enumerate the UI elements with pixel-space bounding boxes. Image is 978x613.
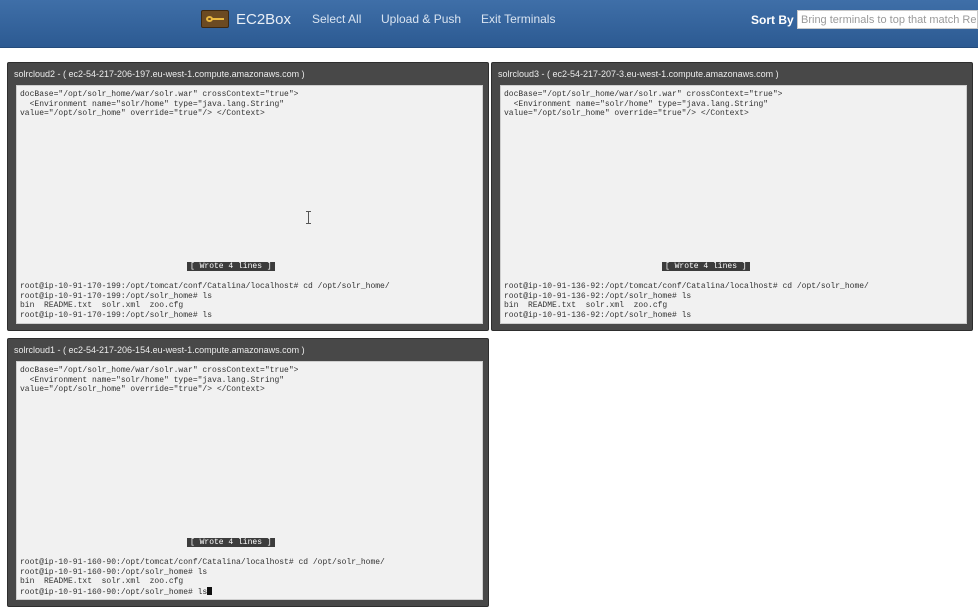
terminal-title: solrcloud1 - ( ec2-54-217-206-154.eu-wes… — [14, 345, 305, 355]
select-all-link[interactable]: Select All — [312, 12, 361, 26]
terminal-prompt-line: root@ip-10-91-160-90:/opt/solr_home# ls — [20, 586, 213, 598]
terminal-line: <Environment name="solr/home" type="java… — [20, 375, 285, 385]
sort-by-label: Sort By — [751, 13, 794, 27]
terminal-panel-solrcloud2[interactable]: solrcloud2 - ( ec2-54-217-206-197.eu-wes… — [7, 62, 489, 331]
terminal-cursor — [207, 586, 213, 595]
terminal-screen[interactable]: docBase="/opt/solr_home/war/solr.war" cr… — [16, 85, 483, 324]
brand-name: EC2Box — [236, 10, 292, 28]
nano-status-message: [ Wrote 4 lines ] — [662, 262, 750, 271]
terminal-line: root@ip-10-91-170-199:/opt/tomcat/conf/C… — [20, 282, 390, 291]
treasure-chest-key-icon — [201, 10, 229, 28]
terminal-line: root@ip-10-91-136-92:/opt/solr_home# ls — [504, 310, 692, 320]
terminal-line: root@ip-10-91-136-92:/opt/tomcat/conf/Ca… — [504, 282, 869, 291]
terminal-line: value="/opt/solr_home" override="true"/>… — [20, 109, 265, 118]
terminal-line: root@ip-10-91-160-90:/opt/solr_home# ls — [20, 567, 208, 577]
text-cursor-icon — [306, 211, 311, 224]
terminal-line: value="/opt/solr_home" override="true"/>… — [504, 109, 749, 118]
exit-terminals-link[interactable]: Exit Terminals — [481, 12, 555, 26]
terminal-line: root@ip-10-91-170-199:/opt/solr_home# ls — [20, 291, 213, 301]
terminal-line: docBase="/opt/solr_home/war/solr.war" cr… — [504, 90, 783, 99]
nano-status-message: [ Wrote 4 lines ] — [187, 538, 275, 547]
terminal-line: bin README.txt solr.xml zoo.cfg — [504, 301, 668, 310]
terminal-title: solrcloud3 - ( ec2-54-217-207-3.eu-west-… — [498, 69, 779, 79]
upload-push-link[interactable]: Upload & Push — [381, 12, 461, 26]
terminal-title: solrcloud2 - ( ec2-54-217-206-197.eu-wes… — [14, 69, 305, 79]
brand[interactable]: EC2Box — [201, 8, 291, 30]
terminal-line: root@ip-10-91-170-199:/opt/solr_home# ls — [20, 310, 213, 320]
terminal-line: docBase="/opt/solr_home/war/solr.war" cr… — [20, 90, 299, 99]
terminal-line: value="/opt/solr_home" override="true"/>… — [20, 385, 265, 394]
sort-filter-input[interactable] — [797, 10, 978, 29]
nano-status-message: [ Wrote 4 lines ] — [187, 262, 275, 271]
terminal-line: bin README.txt solr.xml zoo.cfg — [20, 577, 184, 586]
terminal-screen[interactable]: docBase="/opt/solr_home/war/solr.war" cr… — [500, 85, 967, 324]
terminal-line: docBase="/opt/solr_home/war/solr.war" cr… — [20, 366, 299, 375]
terminal-screen[interactable]: docBase="/opt/solr_home/war/solr.war" cr… — [16, 361, 483, 600]
terminal-line: root@ip-10-91-160-90:/opt/solr_home# ls — [20, 587, 208, 597]
terminal-line: <Environment name="solr/home" type="java… — [504, 99, 769, 109]
terminal-panel-solrcloud1[interactable]: solrcloud1 - ( ec2-54-217-206-154.eu-wes… — [7, 338, 489, 607]
terminal-line: root@ip-10-91-160-90:/opt/tomcat/conf/Ca… — [20, 558, 385, 567]
terminal-line: <Environment name="solr/home" type="java… — [20, 99, 285, 109]
terminal-panel-solrcloud3[interactable]: solrcloud3 - ( ec2-54-217-207-3.eu-west-… — [491, 62, 973, 331]
terminal-line: root@ip-10-91-136-92:/opt/solr_home# ls — [504, 291, 692, 301]
top-navbar: EC2Box Select All Upload & Push Exit Ter… — [0, 0, 978, 48]
terminal-line: bin README.txt solr.xml zoo.cfg — [20, 301, 184, 310]
